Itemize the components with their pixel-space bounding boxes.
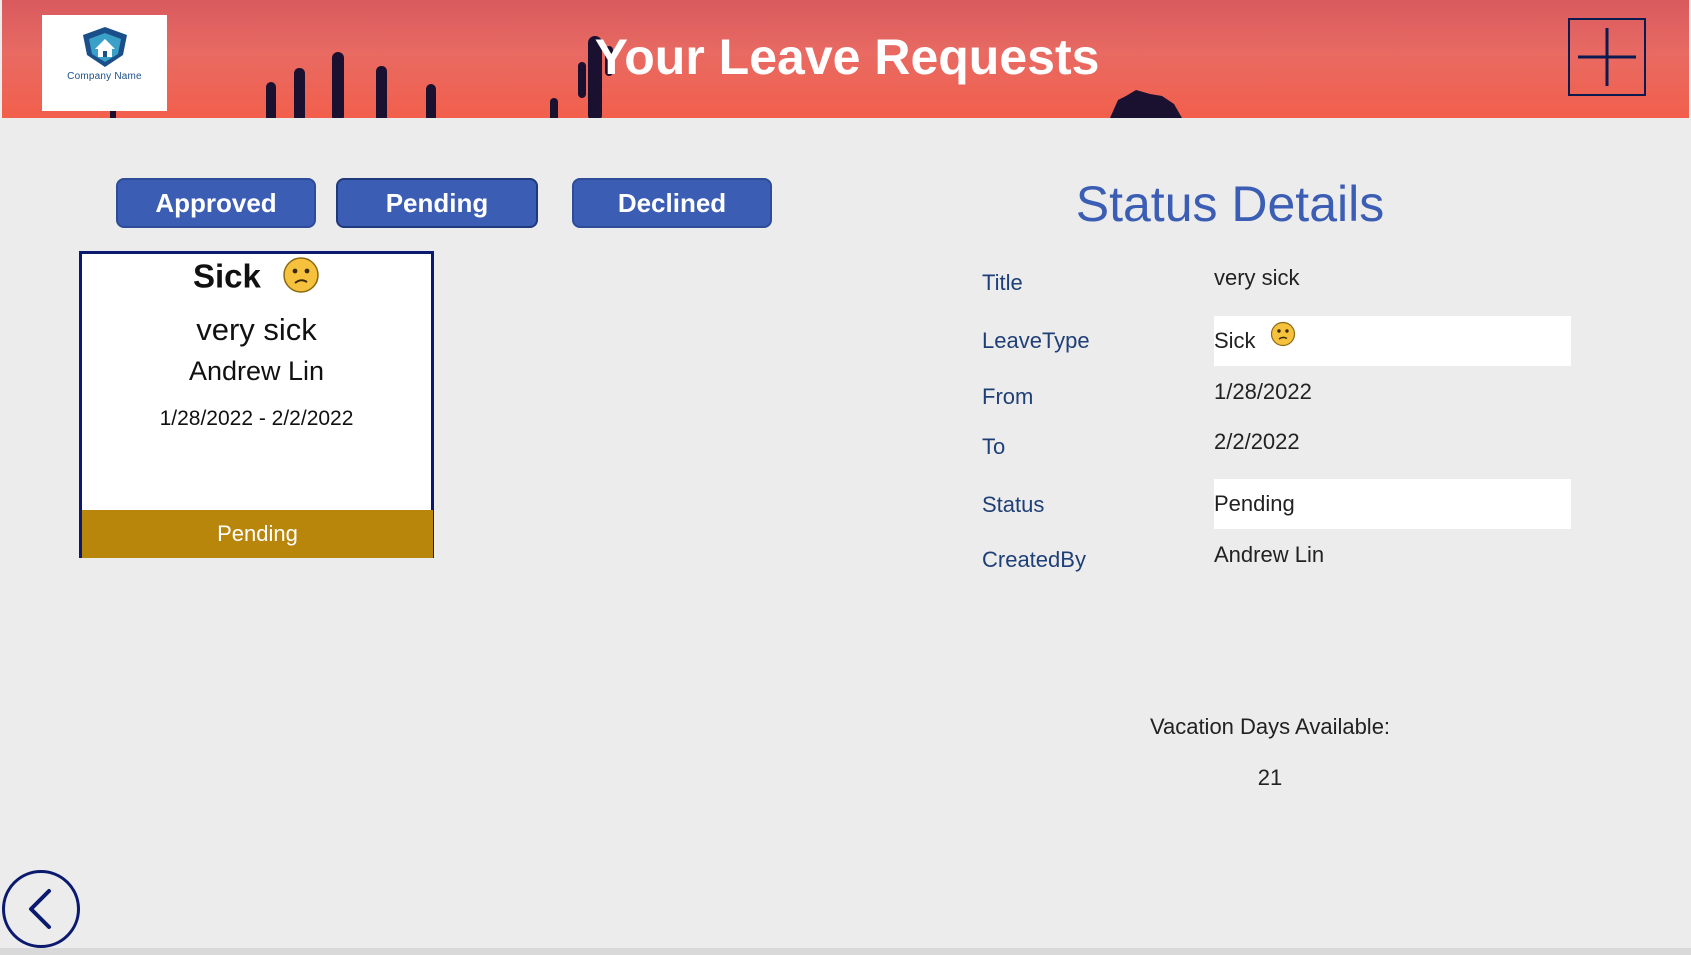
logo-text: Company Name [67,71,142,82]
app: Company Name Your Leave Requests Approve… [0,0,1691,955]
bottom-strip [0,948,1691,955]
detail-label-title: Title [982,270,1023,295]
vacation-days-value: 21 [1257,765,1283,790]
detail-value-leavetype[interactable]: Sick [1214,316,1571,366]
card-leave-type-row: Sick [82,256,431,302]
approved-filter-button[interactable]: Approved [116,178,316,228]
card-title: very sick [196,312,317,347]
detail-value-status[interactable]: Pending [1214,479,1571,529]
confused-face-icon [282,256,320,302]
company-logo: Company Name [42,15,167,111]
back-button[interactable] [2,870,80,948]
detail-label-createdby: CreatedBy [982,547,1086,572]
chevron-left-icon [29,889,51,929]
declined-filter-button[interactable]: Declined [572,178,772,228]
confused-face-icon [1270,315,1296,365]
header-banner: Company Name Your Leave Requests [2,0,1689,118]
add-request-button[interactable] [1568,18,1646,96]
detail-value-to: 2/2/2022 [1214,429,1300,454]
plus-icon [1578,28,1636,86]
status-details-heading: Status Details [1075,176,1385,232]
detail-label-to: To [982,434,1006,459]
vacation-days-label: Vacation Days Available: [1149,714,1391,739]
detail-value-title: very sick [1214,265,1300,290]
detail-value-createdby: Andrew Lin [1214,542,1325,567]
card-date-range: 1/28/2022 - 2/2/2022 [159,407,354,430]
detail-label-leavetype: LeaveType [982,328,1090,353]
detail-value-from: 1/28/2022 [1214,379,1312,404]
detail-label-from: From [982,384,1034,409]
house-shield-icon [83,27,127,67]
leave-request-card[interactable]: Sick very sick Andrew Lin 1/28/2022 - 2/… [79,251,434,558]
card-leave-type: Sick [192,257,261,295]
card-status-bar: Pending [82,510,433,558]
pending-filter-button[interactable]: Pending [336,178,538,228]
page-title: Your Leave Requests [594,29,1100,85]
card-employee-name: Andrew Lin [188,356,325,386]
leavetype-text: Sick [1214,328,1256,353]
detail-label-status: Status [982,492,1045,517]
